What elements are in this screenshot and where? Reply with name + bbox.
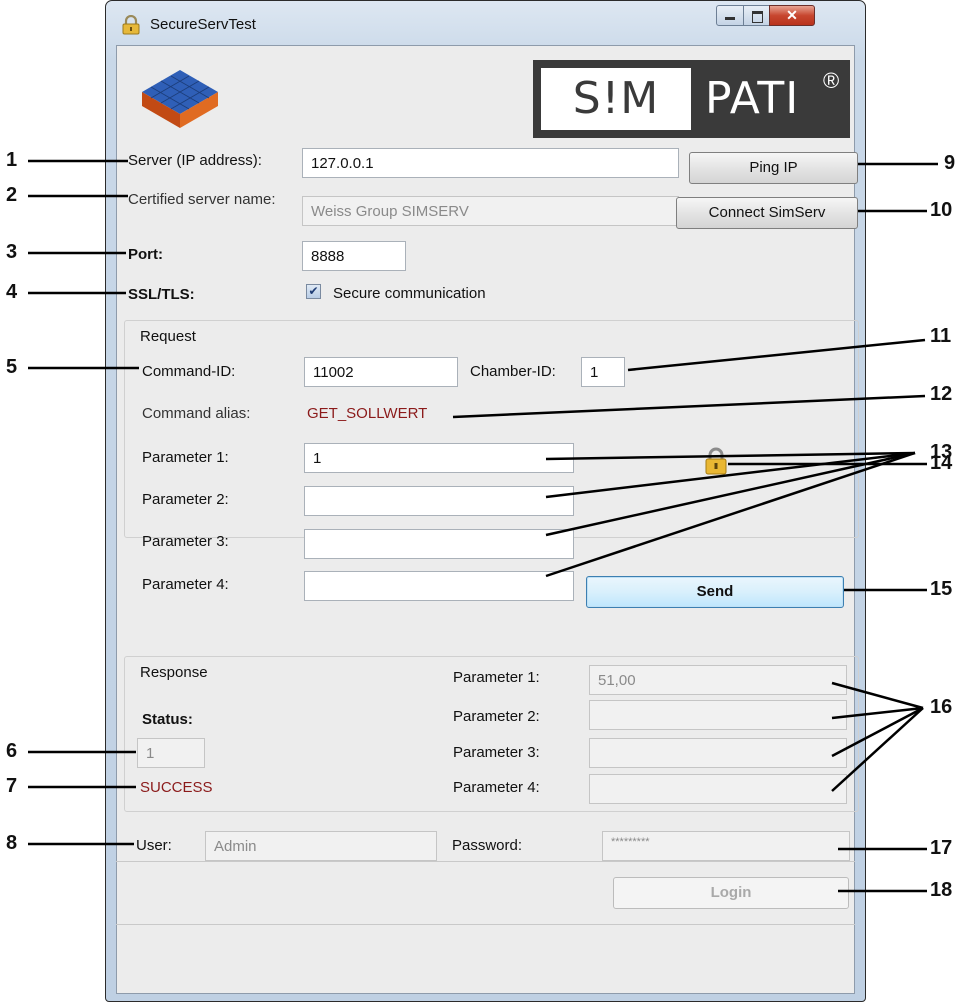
callout-10: 10 bbox=[930, 199, 953, 221]
callout-1: 1 bbox=[6, 149, 18, 171]
callout-5: 5 bbox=[6, 356, 18, 378]
callout-4: 4 bbox=[6, 281, 18, 303]
callout-9: 9 bbox=[944, 152, 956, 174]
callout-2: 2 bbox=[6, 184, 18, 206]
callout-17: 17 bbox=[930, 837, 953, 859]
callout-6: 6 bbox=[6, 740, 18, 762]
callout-lines bbox=[28, 159, 938, 893]
callout-18: 18 bbox=[930, 879, 953, 901]
callout-12: 12 bbox=[930, 383, 953, 405]
callout-3: 3 bbox=[6, 241, 18, 263]
callout-15: 15 bbox=[930, 578, 953, 600]
callout-8: 8 bbox=[6, 832, 18, 854]
callout-16: 16 bbox=[930, 696, 953, 718]
callout-14: 14 bbox=[930, 452, 953, 474]
callout-11: 11 bbox=[930, 325, 952, 347]
callout-7: 7 bbox=[6, 775, 18, 797]
